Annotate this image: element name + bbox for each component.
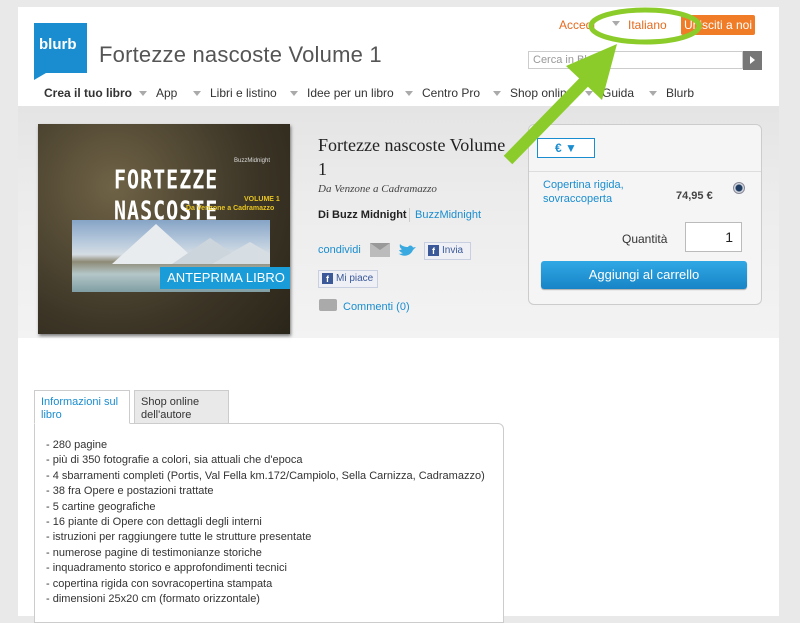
- list-item: - 280 pagine: [46, 439, 108, 451]
- nav-item-ideas[interactable]: Idee per un libro: [307, 86, 394, 100]
- nav-item-create[interactable]: Crea il tuo libro: [44, 86, 132, 100]
- facebook-icon: f: [322, 273, 333, 284]
- comments-link[interactable]: Commenti (0): [343, 301, 410, 313]
- nav-item-pro[interactable]: Centro Pro: [422, 86, 480, 100]
- book-title: Fortezze nascoste Volume 1: [318, 135, 506, 179]
- details-list: - 280 pagine - più di 350 fotografie a c…: [46, 438, 485, 607]
- chevron-down-icon[interactable]: [585, 91, 593, 96]
- search-submit-button[interactable]: [743, 51, 762, 70]
- chevron-down-icon[interactable]: [290, 91, 298, 96]
- nav-item-blurb[interactable]: Blurb: [666, 86, 694, 100]
- book-subtitle: Da Venzone a Cadramazzo: [318, 183, 437, 195]
- book-cover[interactable]: BuzzMidnight FORTEZZE NASCOSTE VOLUME 1 …: [38, 124, 290, 334]
- currency-select[interactable]: € ▼: [537, 138, 595, 158]
- mountain-shape: [212, 242, 270, 264]
- list-item: - numerose pagine di testimonianze stori…: [46, 546, 262, 559]
- comment-icon[interactable]: [319, 299, 337, 311]
- preview-book-button[interactable]: ANTEPRIMA LIBRO: [160, 267, 290, 289]
- chevron-down-icon[interactable]: [193, 91, 201, 96]
- binding-price: 74,95 €: [676, 190, 713, 202]
- share-link[interactable]: condividi: [318, 244, 361, 256]
- chevron-down-icon[interactable]: [612, 21, 620, 26]
- signup-button[interactable]: Unisciti a noi: [681, 15, 755, 35]
- login-link[interactable]: Accedi: [559, 18, 595, 36]
- author-link[interactable]: BuzzMidnight: [415, 209, 481, 221]
- binding-radio[interactable]: [733, 182, 745, 194]
- language-selector[interactable]: Italiano: [628, 18, 667, 36]
- tab-book-info[interactable]: Informazioni sul libro: [34, 390, 130, 424]
- chevron-down-icon[interactable]: [493, 91, 501, 96]
- facebook-send-button[interactable]: f Invia: [424, 242, 471, 260]
- cover-subtitle: Da Venzone a Cadramazzo: [186, 205, 275, 212]
- list-item: - dimensioni 25x20 cm (formato orizzonta…: [46, 593, 260, 606]
- band-spacer: [18, 338, 779, 362]
- divider: [529, 171, 761, 172]
- chevron-down-icon[interactable]: [405, 91, 413, 96]
- chevron-down-icon[interactable]: [139, 91, 147, 96]
- list-item: - copertina rigida con sovracopertina st…: [46, 577, 273, 590]
- cover-title: FORTEZZE NASCOSTE: [114, 163, 219, 227]
- cover-volume: VOLUME 1: [244, 196, 280, 203]
- like-label: Mi piace: [336, 273, 374, 284]
- send-label: Invia: [442, 245, 464, 256]
- binding-option-label[interactable]: Copertina rigida, sovraccoperta: [543, 178, 653, 206]
- blurb-logo[interactable]: blurb: [34, 23, 87, 80]
- list-item: - 38 fra Opere e postazioni trattate: [46, 485, 214, 498]
- quantity-input[interactable]: 1: [685, 222, 742, 252]
- list-item: - 5 cartine geografiche: [46, 500, 156, 513]
- nav-item-app[interactable]: App: [156, 86, 177, 100]
- nav-item-shop[interactable]: Shop online: [510, 86, 573, 100]
- facebook-like-button[interactable]: f Mi piace: [318, 270, 378, 288]
- nav-item-books[interactable]: Libri e listino: [210, 86, 277, 100]
- nav-item-help[interactable]: Guida: [602, 86, 634, 100]
- search-input[interactable]: Cerca in Blurb: [528, 51, 743, 69]
- list-item: - inquadramento storico e approfondiment…: [46, 562, 287, 575]
- add-to-cart-button[interactable]: Aggiungi al carrello: [541, 261, 747, 289]
- page-title: Fortezze nascoste Volume 1: [99, 42, 382, 67]
- mail-icon[interactable]: [370, 243, 390, 257]
- book-author: Di Buzz Midnight: [318, 209, 407, 221]
- list-item: - istruzioni per raggiungere tutte le st…: [46, 531, 312, 544]
- list-item: - più di 350 fotografie a colori, sia at…: [46, 454, 303, 467]
- chevron-down-icon[interactable]: [649, 91, 657, 96]
- list-item: - 4 sbarramenti completi (Portis, Val Fe…: [46, 469, 485, 482]
- quantity-label: Quantità: [622, 232, 668, 246]
- main-nav: Crea il tuo libro App Libri e listino Id…: [0, 86, 800, 104]
- twitter-icon[interactable]: [397, 244, 417, 258]
- facebook-icon: f: [428, 245, 439, 256]
- tab-author-shop[interactable]: Shop online dell'autore: [134, 390, 229, 424]
- list-item: - 16 piante di Opere con dettagli degli …: [46, 516, 262, 529]
- divider: [409, 208, 410, 222]
